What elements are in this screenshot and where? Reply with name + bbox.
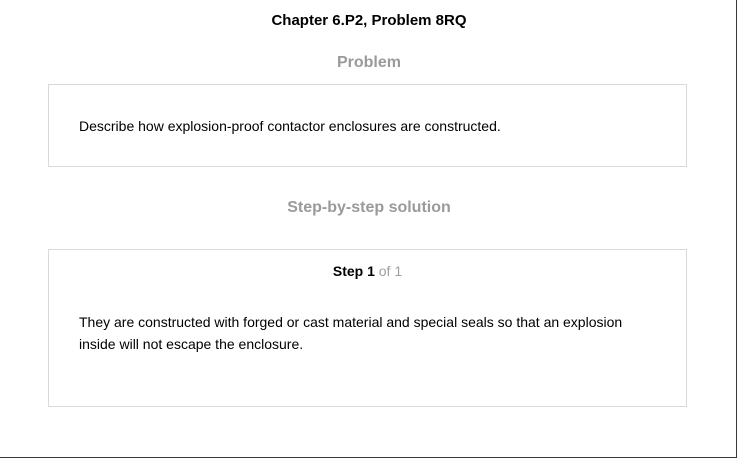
step-indicator: Step 1 of 1: [49, 263, 686, 279]
solution-text: They are constructed with forged or cast…: [79, 314, 623, 352]
step-number: Step 1: [332, 263, 375, 279]
problem-card: Describe how explosion-proof contactor e…: [48, 84, 687, 167]
step-total: of 1: [374, 263, 403, 279]
problem-text: Describe how explosion-proof contactor e…: [79, 118, 501, 134]
solution-card: Step 1 of 1 They are constructed with fo…: [48, 249, 687, 407]
problem-heading: Problem: [336, 54, 401, 71]
page-title: Chapter 6.P2, Problem 8RQ: [271, 12, 467, 29]
solution-heading: Step-by-step solution: [287, 199, 451, 216]
